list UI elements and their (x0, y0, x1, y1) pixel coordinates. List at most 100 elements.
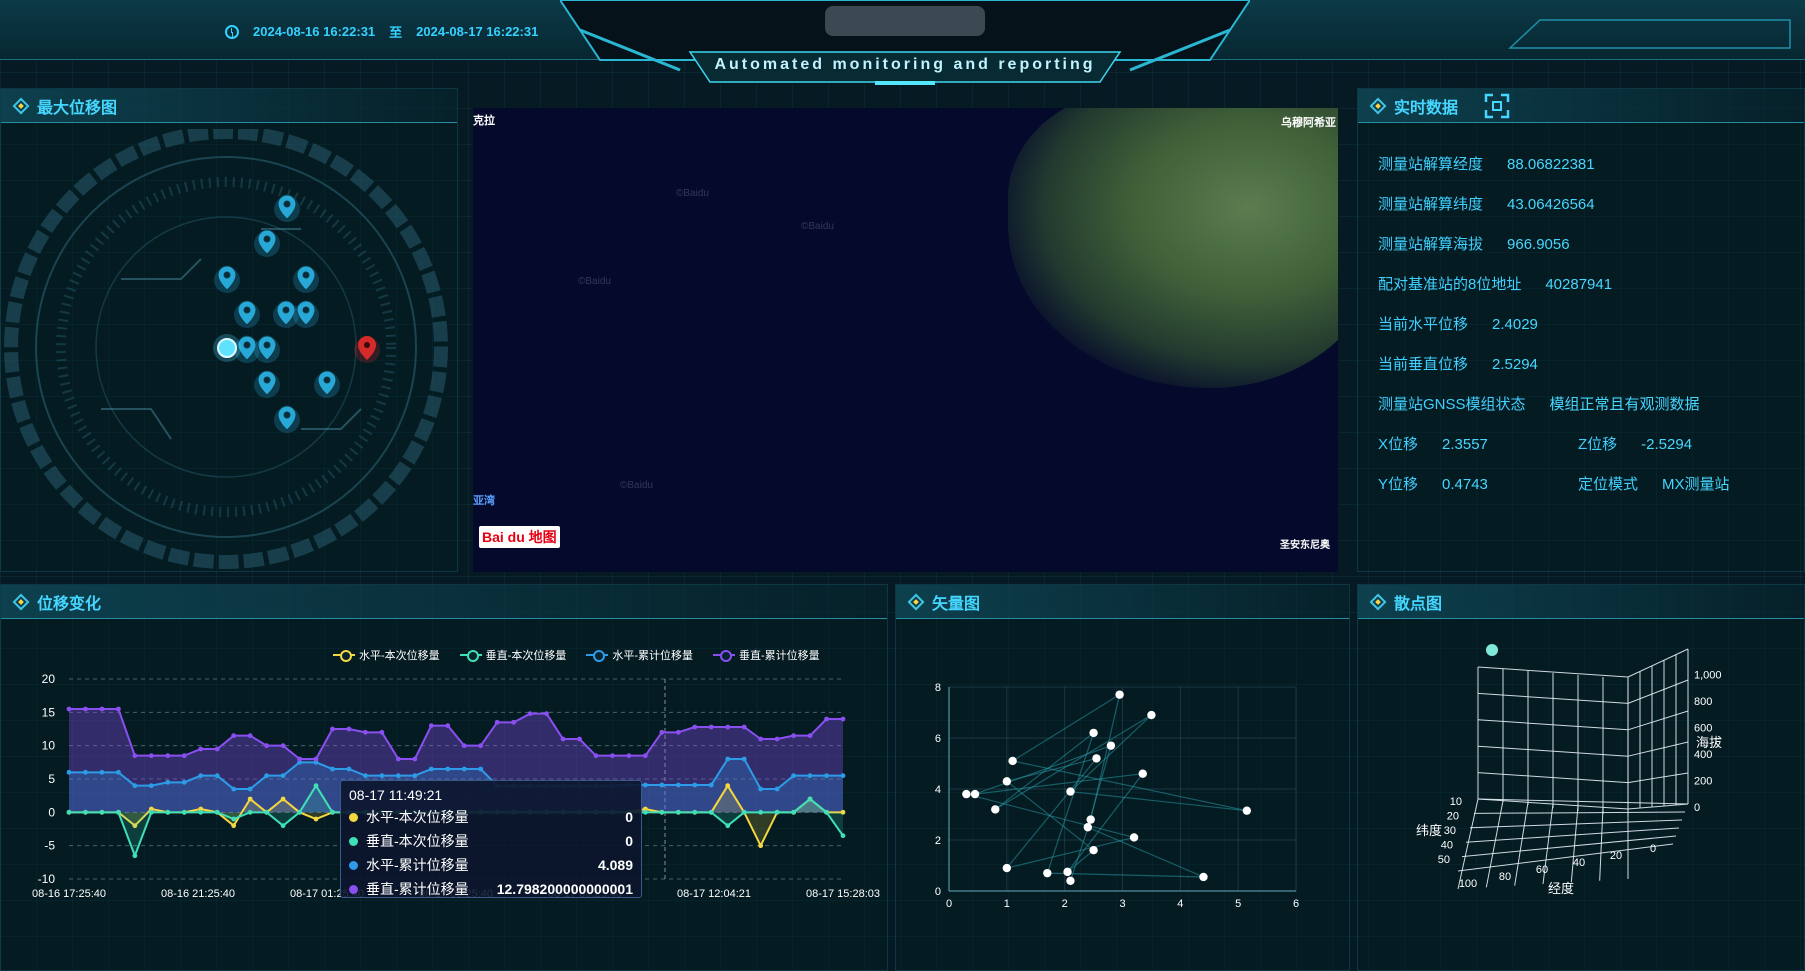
grid-line (1473, 811, 1686, 814)
y-tick-label: 5 (48, 772, 55, 786)
data-point (83, 706, 88, 712)
location-pin-icon[interactable] (293, 300, 319, 328)
data-point (264, 809, 270, 815)
data-point (970, 789, 980, 799)
legend-item[interactable]: 垂直-累计位移量 (713, 647, 820, 663)
grid-line (1627, 648, 1689, 678)
scatter-panel: 散点图 0 200 400 600 800 1,000 10 20 30 40 50 100 80 60 4… (1357, 584, 1805, 971)
legend-item[interactable]: 水平-本次位移量 (333, 647, 440, 663)
location-pin-icon[interactable] (274, 194, 300, 222)
alert-pin-icon[interactable] (354, 336, 380, 363)
data-point (395, 756, 401, 762)
page-title: Automated monitoring and reporting (714, 56, 1096, 73)
data-point (758, 843, 764, 849)
data-point (445, 723, 451, 729)
data-point (642, 782, 648, 788)
data-point (642, 809, 648, 815)
data-point (577, 736, 582, 742)
grid-line (1457, 798, 1479, 890)
data-point (445, 766, 451, 772)
time-end: 2024-08-17 16:22:31 (416, 24, 539, 39)
data-point (247, 809, 253, 815)
data-point (116, 809, 121, 815)
y-displacement-row: Y位移 0.4743 (1378, 476, 1488, 493)
base-address-value: 40287941 (1545, 276, 1613, 293)
fullscreen-icon[interactable] (1484, 93, 1510, 119)
data-point (758, 786, 764, 792)
data-point (66, 769, 72, 775)
panel-title: 矢量图 (932, 595, 981, 613)
data-point (346, 726, 352, 732)
data-point (725, 823, 731, 829)
horizontal-displacement-row: 当前水平位移 2.4029 (1378, 316, 1538, 333)
panel-header: 矢量图 (896, 585, 1349, 619)
x-displacement-row: X位移 2.3557 (1378, 436, 1488, 453)
x-tick-label: 80 (1499, 871, 1511, 883)
displacement-change-panel: 位移变化 水平-本次位移量 垂直-本次位移量 水平-累计位移量 垂直-累计位移量… (0, 584, 888, 971)
tooltip-row: 水平-本次位移量 0 (349, 805, 633, 829)
data-point (824, 809, 829, 815)
x-tick-label: 4 (1177, 898, 1183, 910)
vertical-displacement-value: 2.5294 (1492, 356, 1538, 373)
data-point (214, 746, 220, 752)
location-pin-icon[interactable] (234, 300, 260, 328)
location-pin-icon[interactable] (293, 265, 319, 293)
data-point (181, 779, 187, 785)
location-pin-icon[interactable] (254, 335, 280, 363)
vector-arrow (1006, 836, 1135, 869)
data-point (214, 773, 220, 779)
satellite-map[interactable]: 克拉 乌穆阿希亚 亚湾 圣安东尼奥 ©Baidu ©Baidu ©Baidu ©… (473, 108, 1338, 572)
legend-item[interactable]: 垂直-本次位移量 (459, 647, 566, 663)
data-point (840, 716, 846, 722)
data-point (1106, 741, 1116, 750)
y-tick-label: 40 (1441, 840, 1453, 852)
x-tick-label: 0 (1650, 843, 1656, 855)
data-point (807, 773, 813, 779)
vector-arrow (1012, 694, 1120, 762)
data-point (379, 729, 385, 735)
current-station-icon[interactable] (213, 334, 241, 362)
vector-chart[interactable]: 0 1 2 3 4 5 6 0 2 4 6 8 (896, 669, 1351, 969)
grid-line (1627, 772, 1689, 784)
x-axis-label: 经度 (1548, 881, 1574, 896)
location-pin-icon[interactable] (254, 370, 280, 398)
x-tick-label: 08-17 15:28:03 (806, 888, 880, 900)
data-point (330, 766, 335, 772)
vector-panel: 矢量图 0 1 2 3 4 5 6 0 2 4 6 8 (895, 584, 1350, 971)
data-point (511, 719, 517, 725)
diamond-icon (12, 593, 30, 610)
data-point (725, 783, 731, 789)
scatter-3d-chart[interactable]: 02004006008001,0001020304050100806040200… (1358, 619, 1805, 969)
data-point (758, 809, 764, 815)
vector-arrow (1087, 826, 1204, 878)
y-tick-label: 20 (42, 672, 56, 686)
data-point (741, 809, 747, 815)
data-point (1115, 690, 1124, 699)
data-point (1089, 728, 1098, 738)
data-point (66, 809, 72, 815)
location-pin-icon[interactable] (314, 370, 340, 398)
location-pin-icon[interactable] (274, 405, 300, 433)
data-point (181, 753, 187, 759)
x-tick-label: 20 (1610, 850, 1622, 862)
x-tick-label: 08-16 17:25:40 (32, 888, 106, 900)
tooltip-row: 水平-累计位移量 4.089 (349, 853, 633, 877)
data-point (412, 773, 418, 779)
data-point (83, 769, 88, 775)
y-tick-label: 30 (1444, 825, 1456, 837)
data-point (165, 809, 171, 815)
data-point (148, 783, 154, 789)
time-range[interactable]: 2024-08-16 16:22:31 至 2024-08-17 16:22:3… (225, 22, 538, 41)
location-pin-icon[interactable] (254, 229, 280, 257)
time-separator: 至 (389, 25, 403, 40)
data-point (247, 786, 253, 792)
altitude-value: 966.9056 (1507, 236, 1570, 253)
location-pin-icon[interactable] (214, 265, 240, 293)
x-tick-label: 08-16 21:25:40 (161, 888, 235, 900)
baidu-logo: Bai du 地图 (479, 526, 560, 548)
data-point (280, 773, 286, 779)
legend-item[interactable]: 水平-累计位移量 (586, 647, 693, 663)
data-point (791, 773, 796, 779)
y-axis-label: 纬度 (1416, 823, 1442, 838)
data-point (148, 753, 154, 759)
